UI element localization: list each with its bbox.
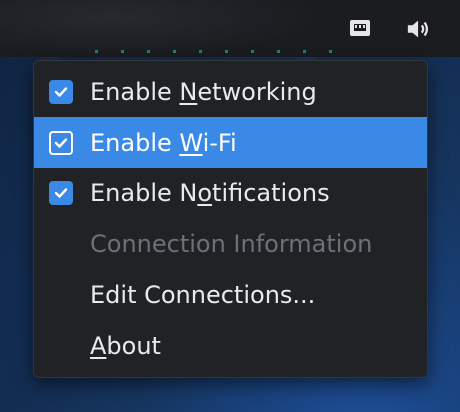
volume-icon[interactable] — [406, 16, 432, 42]
checkbox-checked-icon[interactable] — [49, 181, 73, 205]
network-context-menu: Enable Networking Enable Wi-Fi Enable No… — [33, 60, 428, 378]
panel-background-art — [0, 0, 320, 57]
menu-item-connection-information: Connection Information — [34, 219, 427, 269]
menu-item-enable-notifications[interactable]: Enable Notifications — [34, 168, 427, 218]
top-panel — [0, 0, 460, 57]
menu-item-label: About — [90, 332, 161, 360]
menu-item-label: Enable Networking — [90, 78, 317, 106]
menu-item-about[interactable]: About — [34, 321, 427, 371]
checkbox-checked-icon[interactable] — [49, 130, 73, 155]
menu-item-label: Connection Information — [90, 230, 373, 258]
menu-item-label: Edit Connections... — [90, 281, 316, 309]
menu-item-enable-networking[interactable]: Enable Networking — [34, 67, 427, 117]
menu-item-label: Enable Wi-Fi — [90, 128, 237, 157]
network-wired-icon[interactable] — [347, 16, 373, 42]
menu-item-label: Enable Notifications — [90, 179, 330, 207]
checkbox-checked-icon[interactable] — [49, 80, 73, 104]
menu-item-enable-wifi[interactable]: Enable Wi-Fi — [34, 117, 427, 168]
panel-decoration — [95, 50, 335, 53]
menu-item-edit-connections[interactable]: Edit Connections... — [34, 270, 427, 320]
